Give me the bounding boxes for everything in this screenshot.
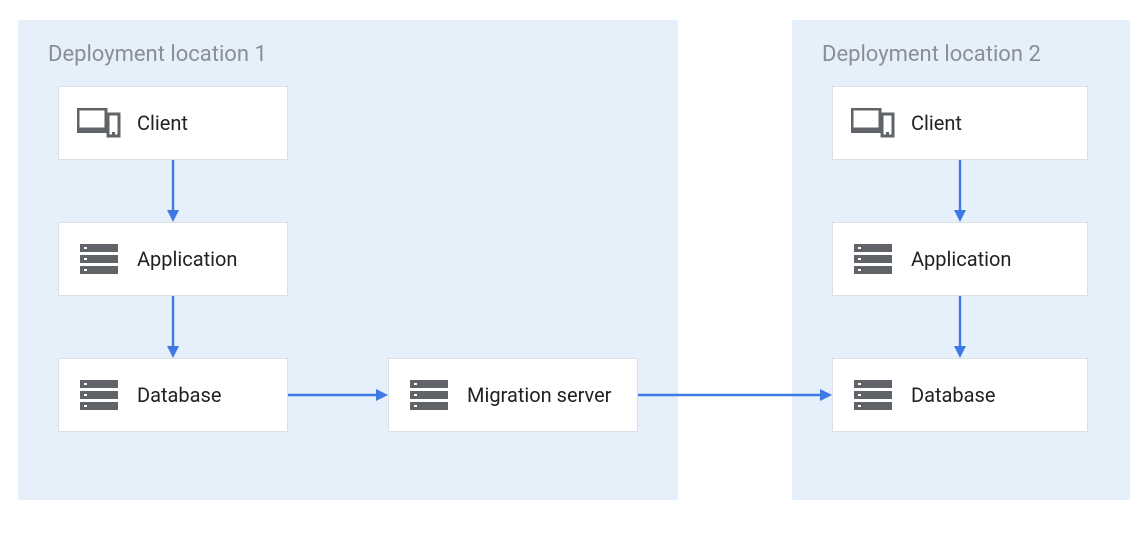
node-label: Database xyxy=(137,383,221,408)
arrow-migration-to-db2 xyxy=(638,390,832,410)
client-devices-icon xyxy=(77,105,121,141)
node-label: Application xyxy=(137,247,237,272)
server-stack-icon xyxy=(77,377,121,413)
server-stack-icon xyxy=(851,377,895,413)
server-stack-icon xyxy=(851,241,895,277)
node-label: Client xyxy=(137,111,188,136)
arrow-db1-to-migration xyxy=(288,390,388,410)
arrow-client1-to-app1 xyxy=(168,160,188,222)
node-database-1: Database xyxy=(58,358,288,432)
node-label: Application xyxy=(911,247,1011,272)
server-stack-icon xyxy=(77,241,121,277)
node-migration-server: Migration server xyxy=(388,358,638,432)
node-application-1: Application xyxy=(58,222,288,296)
region-title-2: Deployment location 2 xyxy=(822,42,1041,67)
region-title-1: Deployment location 1 xyxy=(48,42,267,67)
arrow-app1-to-db1 xyxy=(168,296,188,358)
server-stack-icon xyxy=(407,377,451,413)
node-label: Database xyxy=(911,383,995,408)
node-client-2: Client xyxy=(832,86,1088,160)
node-client-1: Client xyxy=(58,86,288,160)
arrow-app2-to-db2 xyxy=(955,296,975,358)
node-application-2: Application xyxy=(832,222,1088,296)
client-devices-icon xyxy=(851,105,895,141)
node-label: Migration server xyxy=(467,383,611,408)
node-database-2: Database xyxy=(832,358,1088,432)
node-label: Client xyxy=(911,111,962,136)
arrow-client2-to-app2 xyxy=(955,160,975,222)
